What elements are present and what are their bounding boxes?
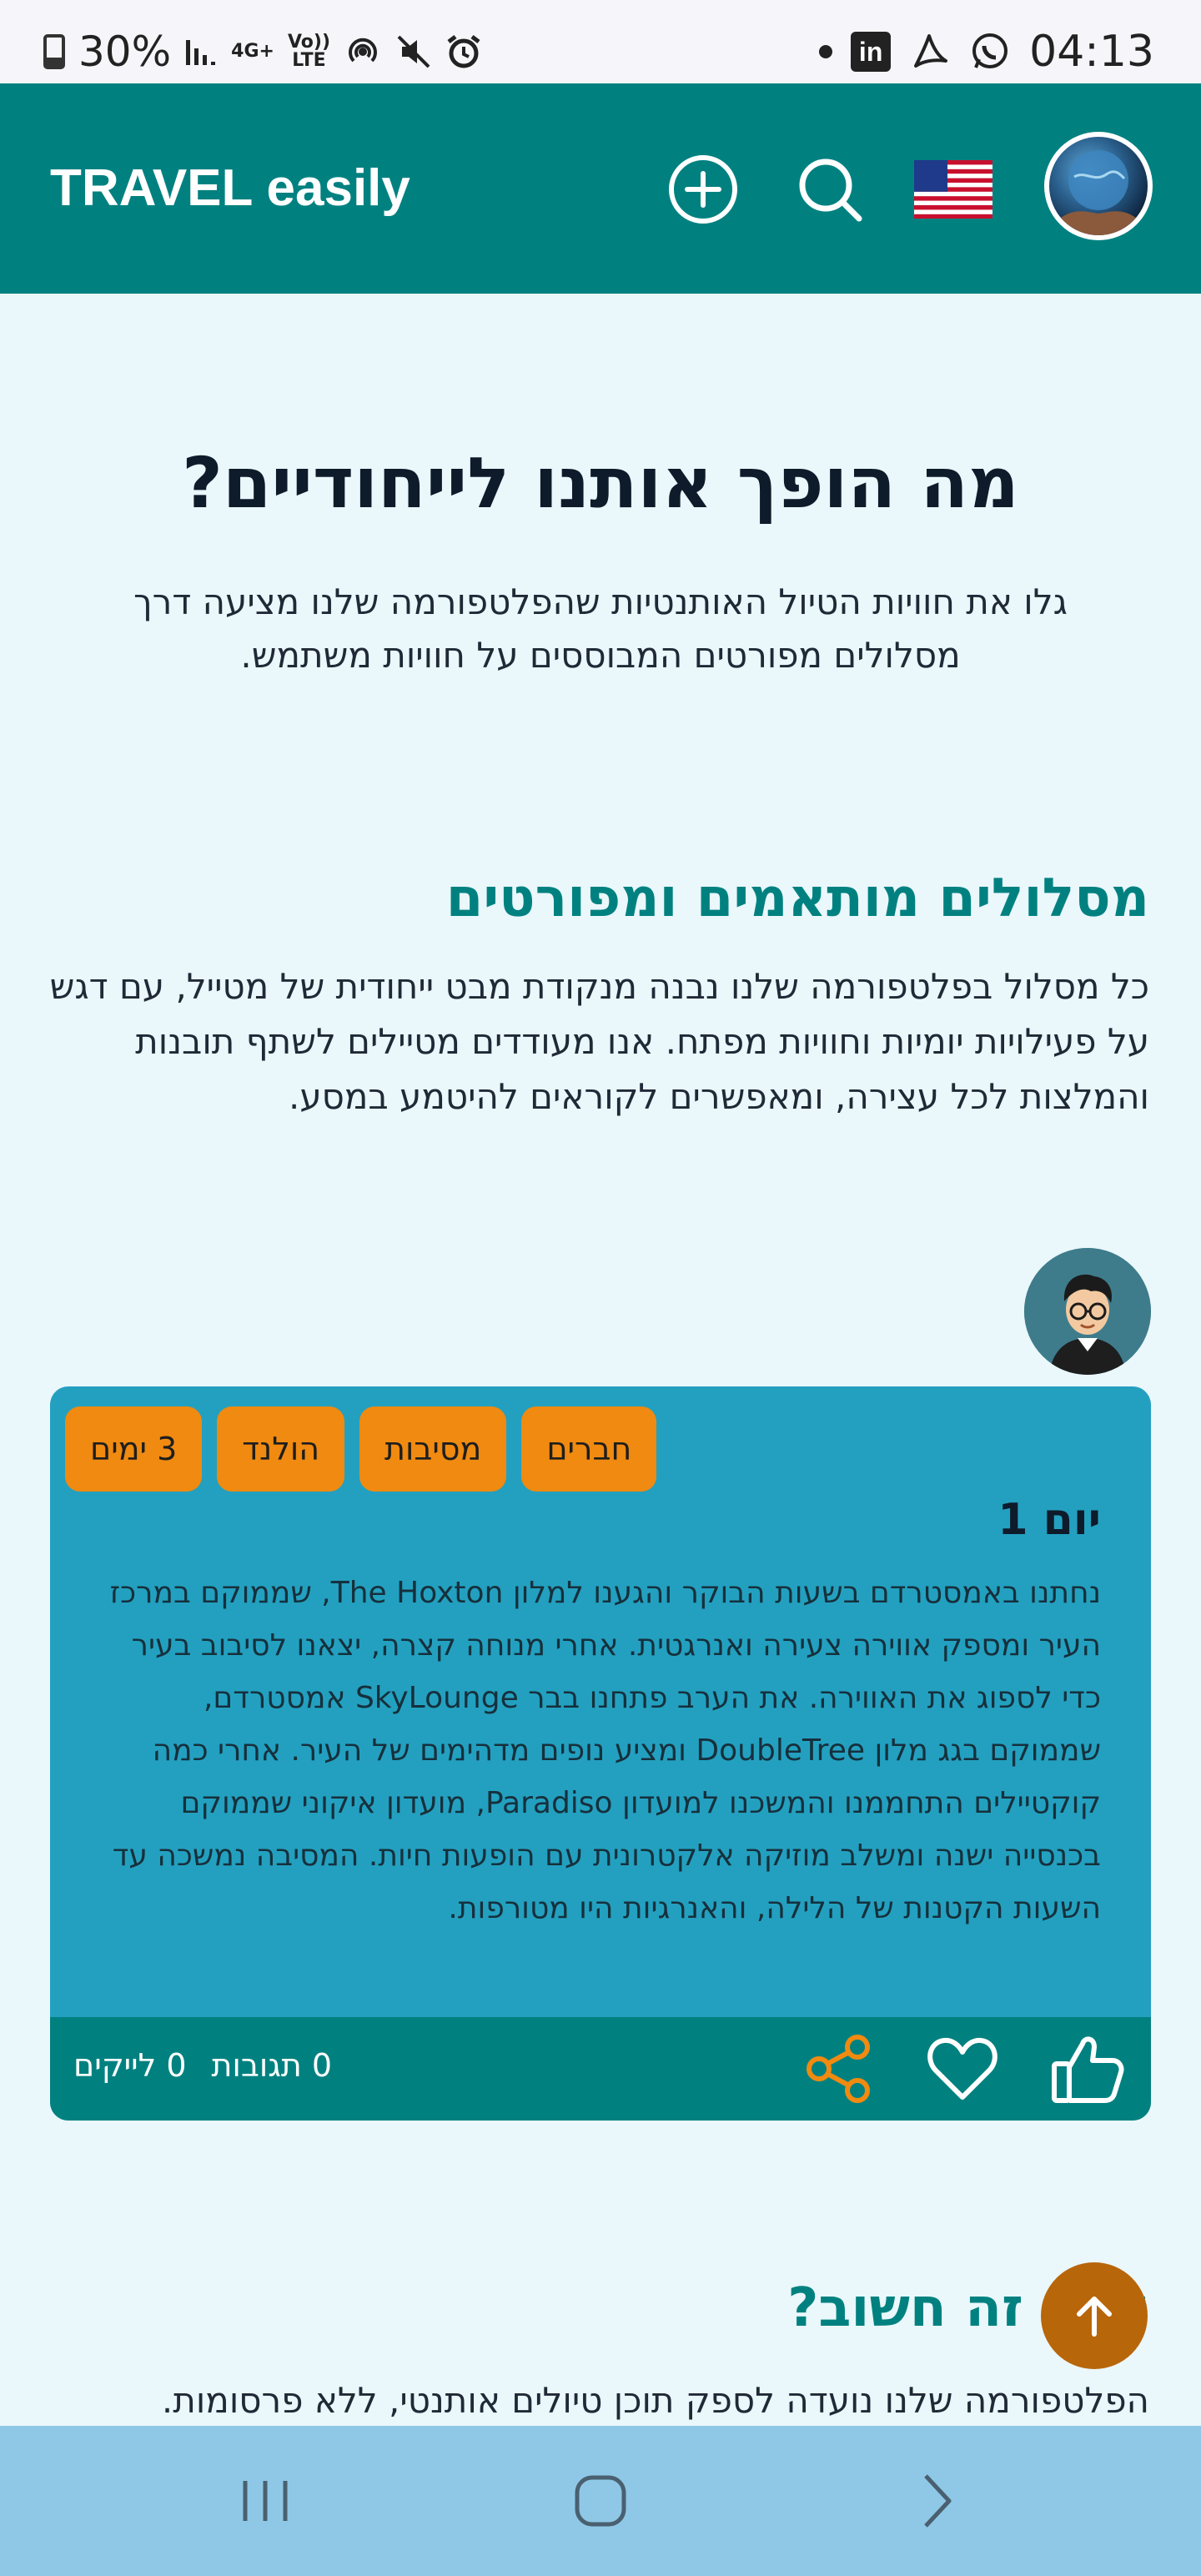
home-icon[interactable] <box>567 2468 634 2534</box>
section-title: מסלולים מותאמים ומפורטים <box>445 868 1149 929</box>
tag-country[interactable]: הולנד <box>217 1406 345 1492</box>
tag-friends[interactable]: חברים <box>521 1406 657 1492</box>
battery-percent: 30% <box>78 28 172 76</box>
clock: 04:13 <box>1029 27 1154 77</box>
signal-icon <box>186 40 216 65</box>
app-header: TRAVEL easily <box>0 83 1201 294</box>
notification-dot-icon <box>819 45 833 58</box>
engagement-counts: 0 לייקים 0 תגובות <box>73 2047 332 2084</box>
add-circle-icon[interactable] <box>667 153 739 225</box>
tag-duration[interactable]: 3 ימים <box>65 1406 203 1492</box>
us-flag-icon[interactable] <box>914 160 992 219</box>
recent-apps-icon[interactable] <box>232 2468 299 2534</box>
card-footer: 0 לייקים 0 תגובות <box>50 2017 1151 2121</box>
day-description: נחתנו באמסטרדם בשעות הבוקר והגענו למלון … <box>109 1576 1101 1925</box>
system-nav-bar <box>0 2426 1201 2576</box>
likes-count: 0 לייקים <box>73 2047 187 2084</box>
author-avatar-image <box>1024 1248 1151 1375</box>
day-title: יום 1 <box>997 1495 1101 1545</box>
volte-top: Vo)) <box>287 32 330 53</box>
brand-logo[interactable]: TRAVEL easily <box>50 158 410 218</box>
mute-icon <box>397 35 430 68</box>
section2-text: הפלטפורמה שלנו נועדה לספק תוכן טיולים או… <box>161 2380 1149 2421</box>
hero-title: מה הופך אותנו לייחודיים? <box>182 442 1019 524</box>
back-chevron-icon[interactable] <box>902 2468 969 2534</box>
arrow-up-icon <box>1077 2297 1112 2337</box>
hero-subtitle: גלו את חוויות הטיול האותנטיות שהפלטפורמה… <box>133 581 1068 676</box>
thumbs-up-icon[interactable] <box>1049 2030 1126 2107</box>
status-right: in 04:13 <box>819 25 1154 78</box>
whatsapp-icon <box>972 33 1008 68</box>
acrobat-icon <box>914 34 948 68</box>
network-4g-icon: 4G+ <box>231 41 274 62</box>
alarm-icon <box>447 35 480 68</box>
battery-icon <box>43 34 65 69</box>
heart-icon[interactable] <box>924 2030 1001 2107</box>
section-text: כל מסלול בפלטפורמה שלנו נבנה מנקודת מבט … <box>49 966 1149 1117</box>
volte-icon: Vo)) LTE <box>288 33 330 70</box>
comments-count[interactable]: 0 תגובות <box>212 2047 333 2084</box>
hotspot-icon <box>349 38 377 63</box>
status-bar: 30% 4G+ Vo)) LTE in 04:13 <box>0 0 1201 83</box>
tag-parties[interactable]: מסיבות <box>359 1406 507 1492</box>
itinerary-card[interactable]: 3 ימים הולנד מסיבות חברים יום 1 נחתנו בא… <box>50 1386 1151 2121</box>
globe-hands-image <box>1058 150 1139 235</box>
scroll-to-top-button[interactable] <box>1041 2262 1148 2369</box>
tag-list: 3 ימים הולנד מסיבות חברים <box>65 1406 657 1492</box>
volte-bottom: LTE <box>292 50 326 71</box>
author-avatar[interactable] <box>1024 1248 1151 1375</box>
share-icon[interactable] <box>801 2030 877 2107</box>
status-left: 30% 4G+ Vo)) LTE <box>43 25 482 78</box>
linkedin-icon: in <box>851 32 892 72</box>
search-icon[interactable] <box>794 153 866 225</box>
profile-avatar[interactable] <box>1044 132 1153 240</box>
